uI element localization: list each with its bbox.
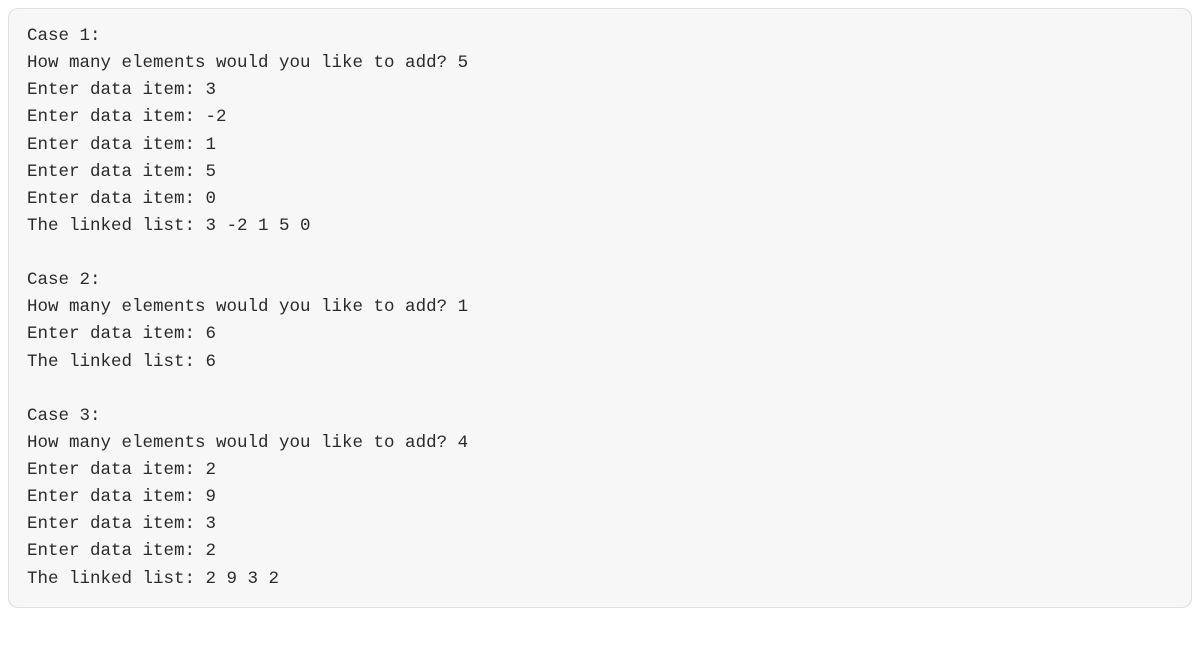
case-header: Case 1: bbox=[27, 23, 1173, 50]
entry-line: Enter data item: 1 bbox=[27, 132, 1173, 159]
entry-line: Enter data item: 9 bbox=[27, 484, 1173, 511]
entry-line: Enter data item: 3 bbox=[27, 511, 1173, 538]
case-header: Case 3: bbox=[27, 403, 1173, 430]
entry-line: Enter data item: 0 bbox=[27, 186, 1173, 213]
result-line: The linked list: 6 bbox=[27, 349, 1173, 376]
blank-line bbox=[27, 376, 1173, 403]
entry-line: Enter data item: 2 bbox=[27, 538, 1173, 565]
prompt-line: How many elements would you like to add?… bbox=[27, 50, 1173, 77]
entry-line: Enter data item: -2 bbox=[27, 104, 1173, 131]
entry-line: Enter data item: 3 bbox=[27, 77, 1173, 104]
code-output-block: Case 1:How many elements would you like … bbox=[8, 8, 1192, 608]
entry-line: Enter data item: 2 bbox=[27, 457, 1173, 484]
prompt-line: How many elements would you like to add?… bbox=[27, 430, 1173, 457]
result-line: The linked list: 3 -2 1 5 0 bbox=[27, 213, 1173, 240]
entry-line: Enter data item: 5 bbox=[27, 159, 1173, 186]
result-line: The linked list: 2 9 3 2 bbox=[27, 566, 1173, 593]
prompt-line: How many elements would you like to add?… bbox=[27, 294, 1173, 321]
case-header: Case 2: bbox=[27, 267, 1173, 294]
blank-line bbox=[27, 240, 1173, 267]
entry-line: Enter data item: 6 bbox=[27, 321, 1173, 348]
